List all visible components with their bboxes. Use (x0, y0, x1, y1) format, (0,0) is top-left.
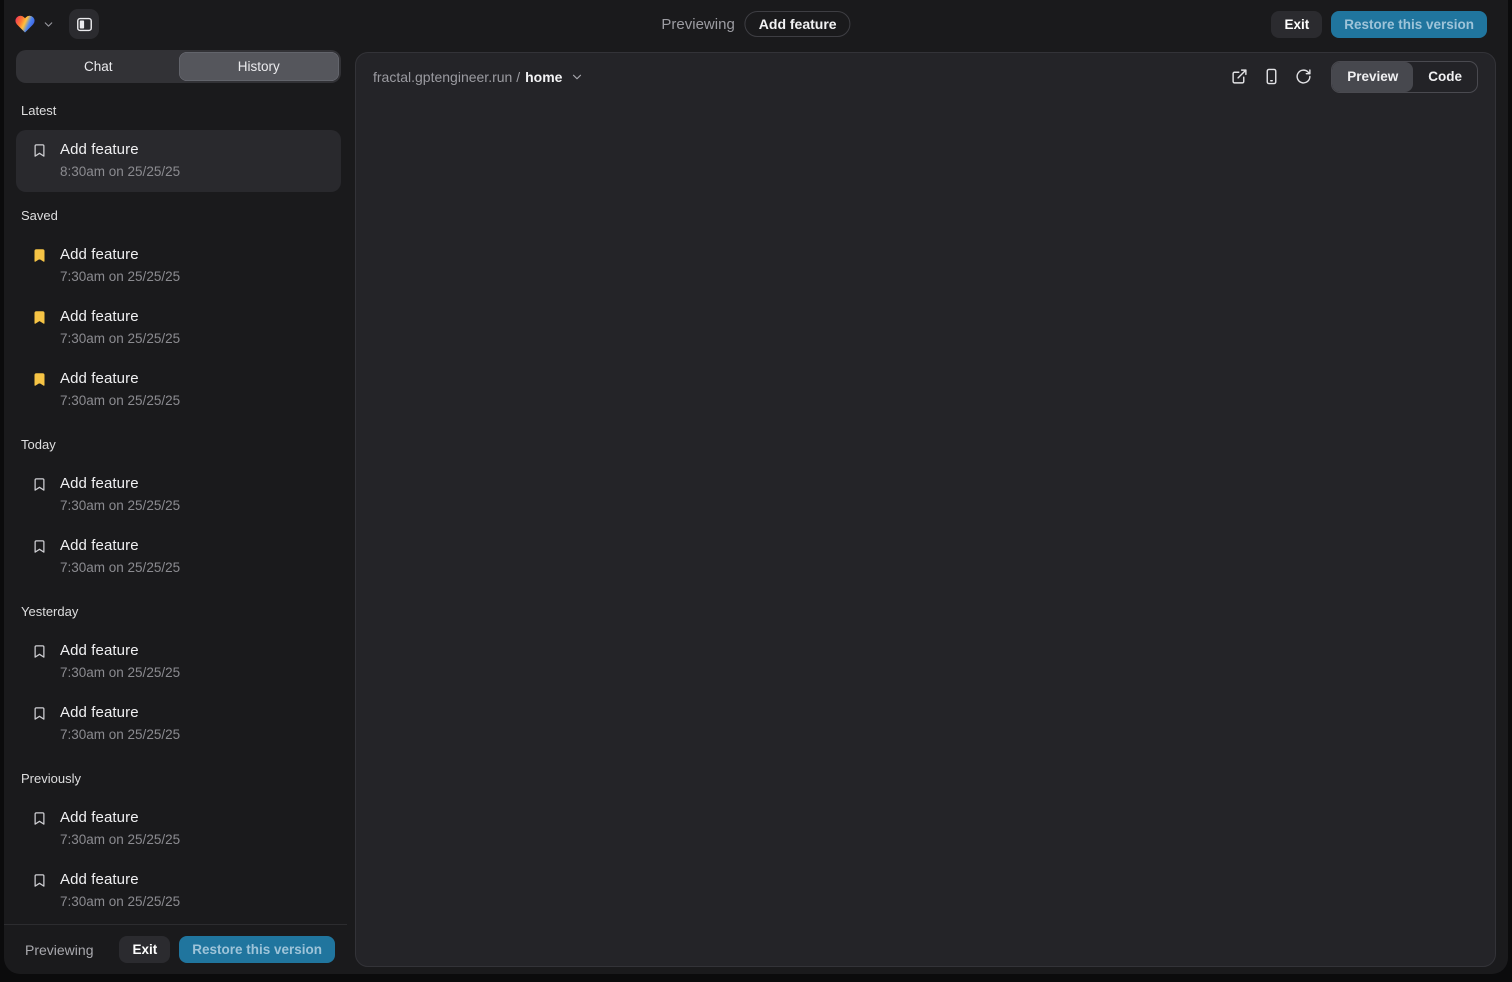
lovable-heart-logo-icon[interactable] (14, 13, 36, 35)
section-saved: Saved Add feature 7:30am on 25/25/25 Add… (16, 192, 341, 421)
url-chevron-down-icon (570, 70, 584, 84)
mobile-view-button[interactable] (1259, 65, 1283, 89)
history-item[interactable]: Add feature 7:30am on 25/25/25 (16, 798, 341, 860)
footer-restore-version-button[interactable]: Restore this version (179, 936, 335, 963)
section-title: Today (16, 421, 341, 464)
history-item-title: Add feature (60, 537, 180, 554)
history-sidebar: Chat History Latest Add feature 8:30am o… (4, 48, 347, 974)
exit-button[interactable]: Exit (1271, 11, 1322, 38)
preview-viewport[interactable] (356, 100, 1495, 966)
section-title: Previously (16, 755, 341, 798)
toggle-code-button[interactable]: Code (1413, 62, 1477, 92)
section-title: Yesterday (16, 588, 341, 631)
history-item-timestamp: 7:30am on 25/25/25 (60, 269, 180, 284)
section-previously: Previously Add feature 7:30am on 25/25/2… (16, 755, 341, 922)
refresh-icon (1295, 68, 1312, 85)
history-item-title: Add feature (60, 141, 180, 158)
open-in-new-tab-icon (1231, 68, 1248, 85)
bookmark-outline-icon (32, 477, 47, 492)
open-in-new-tab-button[interactable] (1227, 65, 1251, 89)
bookmark-outline-icon (32, 706, 47, 721)
history-list: Latest Add feature 8:30am on 25/25/25 Sa… (4, 87, 347, 924)
url-domain: fractal.gptengineer.run / (373, 69, 520, 85)
preview-panel: fractal.gptengineer.run / home (355, 52, 1496, 967)
version-badge: Add feature (745, 11, 851, 37)
content-area: Chat History Latest Add feature 8:30am o… (4, 48, 1508, 974)
toggle-preview-button[interactable]: Preview (1332, 62, 1413, 92)
app-window: Previewing Add feature Exit Restore this… (4, 0, 1508, 974)
history-item-timestamp: 7:30am on 25/25/25 (60, 665, 180, 680)
history-item[interactable]: Add feature 7:30am on 25/25/25 (16, 693, 341, 755)
bookmark-outline-icon (32, 143, 47, 158)
bookmark-filled-icon (32, 248, 47, 263)
history-item-title: Add feature (60, 308, 180, 325)
topbar-left-group (14, 9, 99, 39)
sidebar-toggle-button[interactable] (69, 9, 99, 39)
history-item-title: Add feature (60, 704, 180, 721)
history-item-title: Add feature (60, 642, 180, 659)
history-item-timestamp: 7:30am on 25/25/25 (60, 498, 180, 513)
footer-previewing-label: Previewing (25, 942, 93, 958)
refresh-preview-button[interactable] (1291, 65, 1315, 89)
history-item-timestamp: 7:30am on 25/25/25 (60, 894, 180, 909)
sidebar-footer: Previewing Exit Restore this version (4, 924, 347, 974)
url-page: home (525, 69, 562, 85)
topbar-center-group: Previewing Add feature (661, 11, 850, 37)
bookmark-outline-icon (32, 539, 47, 554)
history-item-timestamp: 7:30am on 25/25/25 (60, 832, 180, 847)
history-item[interactable]: Add feature 7:30am on 25/25/25 (16, 631, 341, 693)
section-today: Today Add feature 7:30am on 25/25/25 Add… (16, 421, 341, 588)
history-item[interactable]: Add feature 7:30am on 25/25/25 (16, 297, 341, 359)
history-item-title: Add feature (60, 246, 180, 263)
mobile-view-icon (1263, 68, 1280, 85)
sidebar-tabs: Chat History (16, 50, 341, 83)
preview-actions: Preview Code (1219, 61, 1478, 93)
top-bar: Previewing Add feature Exit Restore this… (4, 0, 1508, 48)
history-item-title: Add feature (60, 809, 180, 826)
preview-panel-header: fractal.gptengineer.run / home (356, 53, 1495, 100)
section-title: Latest (16, 87, 341, 130)
panel-left-icon (75, 15, 94, 34)
bookmark-filled-icon (32, 310, 47, 325)
previewing-label: Previewing (661, 16, 734, 33)
section-yesterday: Yesterday Add feature 7:30am on 25/25/25… (16, 588, 341, 755)
history-item-timestamp: 7:30am on 25/25/25 (60, 727, 180, 742)
history-item-timestamp: 7:30am on 25/25/25 (60, 393, 180, 408)
history-item-title: Add feature (60, 475, 180, 492)
view-toggle: Preview Code (1331, 61, 1478, 93)
bookmark-outline-icon (32, 811, 47, 826)
history-item[interactable]: Add feature 7:30am on 25/25/25 (16, 359, 341, 421)
history-item-timestamp: 7:30am on 25/25/25 (60, 331, 180, 346)
footer-exit-button[interactable]: Exit (119, 936, 170, 963)
history-item[interactable]: Add feature 7:30am on 25/25/25 (16, 464, 341, 526)
history-item[interactable]: Add feature 7:30am on 25/25/25 (16, 235, 341, 297)
tab-chat[interactable]: Chat (18, 52, 179, 81)
topbar-right-group: Exit Restore this version (1271, 11, 1487, 38)
restore-version-button[interactable]: Restore this version (1331, 11, 1487, 38)
section-title: Saved (16, 192, 341, 235)
history-item[interactable]: Add feature 7:30am on 25/25/25 (16, 860, 341, 922)
history-item[interactable]: Add feature 8:30am on 25/25/25 (16, 130, 341, 192)
history-item[interactable]: Add feature 7:30am on 25/25/25 (16, 526, 341, 588)
url-bar[interactable]: fractal.gptengineer.run / home (373, 69, 584, 85)
project-menu-chevron-down-icon[interactable] (42, 18, 55, 31)
history-item-timestamp: 7:30am on 25/25/25 (60, 560, 180, 575)
section-latest: Latest Add feature 8:30am on 25/25/25 (16, 87, 341, 192)
bookmark-outline-icon (32, 644, 47, 659)
history-item-title: Add feature (60, 871, 180, 888)
bookmark-filled-icon (32, 372, 47, 387)
history-item-timestamp: 8:30am on 25/25/25 (60, 164, 180, 179)
history-item-title: Add feature (60, 370, 180, 387)
bookmark-outline-icon (32, 873, 47, 888)
tab-history[interactable]: History (179, 52, 340, 81)
